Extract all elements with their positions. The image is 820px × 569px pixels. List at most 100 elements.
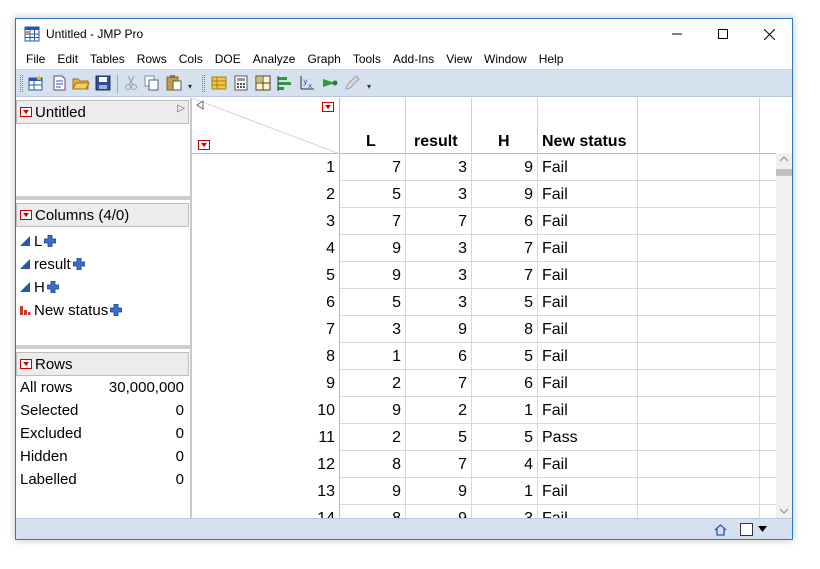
cell-result[interactable]: 9: [406, 505, 472, 518]
maximize-button[interactable]: [700, 19, 746, 49]
scrollbar-thumb[interactable]: [776, 169, 792, 176]
column-header-new-status[interactable]: New status: [538, 98, 638, 154]
table-row[interactable]: 2 5 3 9 Fail: [192, 181, 776, 208]
table-row[interactable]: 5 9 3 7 Fail: [192, 262, 776, 289]
cell-h[interactable]: 7: [472, 262, 538, 289]
row-number-cell[interactable]: 4: [192, 235, 340, 262]
row-number-cell[interactable]: 1: [192, 154, 340, 181]
cell-empty[interactable]: [638, 154, 760, 181]
table-row[interactable]: 7 3 9 8 Fail: [192, 316, 776, 343]
column-header-empty[interactable]: [638, 98, 760, 154]
row-number-cell[interactable]: 6: [192, 289, 340, 316]
cell-new-status[interactable]: Fail: [538, 316, 638, 343]
cell-new-status[interactable]: Pass: [538, 424, 638, 451]
cell-result[interactable]: 3: [406, 154, 472, 181]
cell-l[interactable]: 1: [340, 343, 406, 370]
cell-h[interactable]: 6: [472, 370, 538, 397]
new-script-icon[interactable]: [50, 74, 68, 92]
cell-h[interactable]: 5: [472, 343, 538, 370]
menu-doe[interactable]: DOE: [209, 49, 247, 69]
menu-analyze[interactable]: Analyze: [247, 49, 302, 69]
paste-icon[interactable]: [165, 74, 183, 92]
cell-result[interactable]: 7: [406, 451, 472, 478]
cell-result[interactable]: 5: [406, 424, 472, 451]
edit-icon[interactable]: [343, 74, 361, 92]
cell-empty[interactable]: [638, 316, 760, 343]
chevron-down-icon[interactable]: [758, 526, 767, 532]
row-number-cell[interactable]: 8: [192, 343, 340, 370]
menu-graph[interactable]: Graph: [301, 49, 346, 69]
columns-panel-header[interactable]: Columns (4/0): [16, 203, 189, 227]
table-icon[interactable]: [210, 74, 228, 92]
cell-result[interactable]: 2: [406, 397, 472, 424]
cell-empty[interactable]: [638, 235, 760, 262]
plus-icon[interactable]: [44, 235, 57, 247]
cell-new-status[interactable]: Fail: [538, 181, 638, 208]
grid-corner[interactable]: [192, 98, 341, 155]
cell-empty[interactable]: [638, 343, 760, 370]
table-row[interactable]: 12 8 7 4 Fail: [192, 451, 776, 478]
cell-l[interactable]: 9: [340, 397, 406, 424]
cell-l[interactable]: 8: [340, 451, 406, 478]
cell-empty[interactable]: [638, 181, 760, 208]
row-number-cell[interactable]: 11: [192, 424, 340, 451]
cell-l[interactable]: 2: [340, 370, 406, 397]
table-row[interactable]: 10 9 2 1 Fail: [192, 397, 776, 424]
cell-new-status[interactable]: Fail: [538, 451, 638, 478]
cell-new-status[interactable]: Fail: [538, 208, 638, 235]
column-item-l[interactable]: L: [19, 230, 59, 252]
table-row[interactable]: 8 1 6 5 Fail: [192, 343, 776, 370]
close-button[interactable]: [746, 19, 792, 49]
menu-window[interactable]: Window: [478, 49, 533, 69]
cell-h[interactable]: 9: [472, 181, 538, 208]
cell-new-status[interactable]: Fail: [538, 289, 638, 316]
cell-h[interactable]: 5: [472, 289, 538, 316]
row-number-cell[interactable]: 10: [192, 397, 340, 424]
new-data-table-icon[interactable]: [27, 74, 45, 92]
cell-empty[interactable]: [638, 370, 760, 397]
cell-empty[interactable]: [638, 478, 760, 505]
row-number-cell[interactable]: 12: [192, 451, 340, 478]
cell-empty[interactable]: [638, 505, 760, 518]
fit-model-icon[interactable]: [321, 74, 339, 92]
cell-result[interactable]: 7: [406, 208, 472, 235]
plus-icon[interactable]: [46, 281, 59, 293]
menu-add-ins[interactable]: Add-Ins: [387, 49, 440, 69]
cell-new-status[interactable]: Fail: [538, 262, 638, 289]
table-row[interactable]: 4 9 3 7 Fail: [192, 235, 776, 262]
grid-icon[interactable]: [254, 74, 272, 92]
menu-help[interactable]: Help: [533, 49, 570, 69]
scroll-up-arrow-icon[interactable]: [780, 156, 788, 162]
cell-empty[interactable]: [638, 424, 760, 451]
toolbar-grip[interactable]: [20, 75, 23, 92]
tabulate-icon[interactable]: [232, 74, 250, 92]
plus-icon[interactable]: [72, 258, 85, 270]
menu-tables[interactable]: Tables: [84, 49, 131, 69]
red-triangle-menu-icon[interactable]: [20, 359, 32, 369]
table-row[interactable]: 6 5 3 5 Fail: [192, 289, 776, 316]
toolbar-overflow-chevron-icon[interactable]: ▾: [188, 82, 192, 91]
cell-new-status[interactable]: Fail: [538, 478, 638, 505]
row-number-cell[interactable]: 13: [192, 478, 340, 505]
menu-file[interactable]: File: [20, 49, 51, 69]
cell-new-status[interactable]: Fail: [538, 397, 638, 424]
menu-rows[interactable]: Rows: [131, 49, 173, 69]
cell-h[interactable]: 8: [472, 316, 538, 343]
cell-result[interactable]: 6: [406, 343, 472, 370]
cell-h[interactable]: 5: [472, 424, 538, 451]
cell-l[interactable]: 7: [340, 154, 406, 181]
window-list-icon[interactable]: [740, 523, 753, 536]
copy-icon[interactable]: [143, 74, 161, 92]
column-item-h[interactable]: H: [19, 276, 62, 298]
menu-cols[interactable]: Cols: [173, 49, 209, 69]
scroll-down-arrow-icon[interactable]: [780, 508, 788, 514]
cell-l[interactable]: 9: [340, 262, 406, 289]
table-row[interactable]: 1 7 3 9 Fail: [192, 154, 776, 181]
cell-l[interactable]: 9: [340, 478, 406, 505]
rows-red-triangle-icon[interactable]: [198, 140, 210, 150]
collapse-arrow-icon[interactable]: ▷: [177, 103, 185, 114]
red-triangle-menu-icon[interactable]: [20, 210, 32, 220]
cell-result[interactable]: 3: [406, 181, 472, 208]
vertical-scrollbar[interactable]: [776, 153, 792, 518]
cell-l[interactable]: 5: [340, 289, 406, 316]
